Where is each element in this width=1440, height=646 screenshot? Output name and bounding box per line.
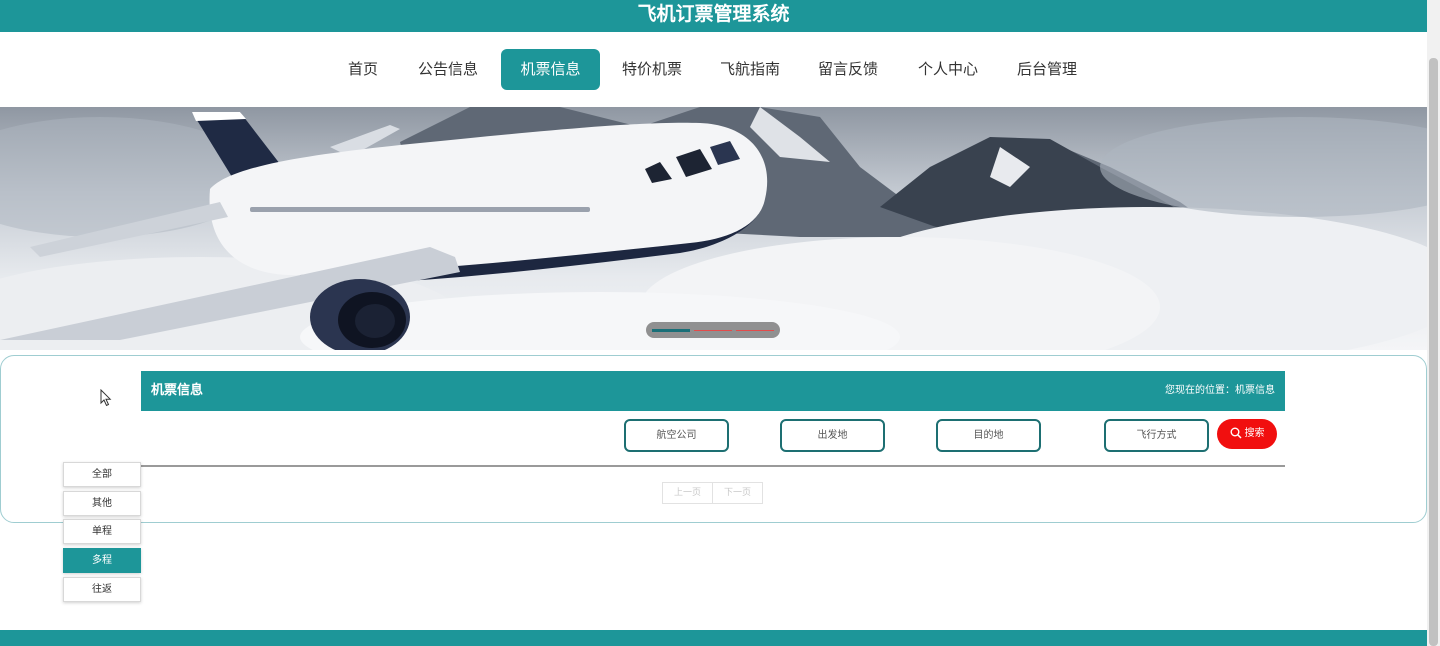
nav-feedback[interactable]: 留言反馈 — [813, 49, 883, 90]
app-title: 飞机订票管理系统 — [637, 3, 790, 25]
page-scrollbar[interactable] — [1427, 0, 1440, 646]
header-bar: 飞机订票管理系统 — [0, 0, 1427, 32]
nav-user-center[interactable]: 个人中心 — [913, 49, 983, 90]
carousel-dot-1[interactable] — [652, 329, 690, 332]
section-title: 机票信息 — [151, 383, 204, 398]
category-all[interactable]: 全部 — [63, 462, 141, 487]
section-header: 机票信息 您现在的位置：机票信息 — [141, 371, 1285, 411]
search-button-label: 搜索 — [1244, 428, 1265, 439]
prev-page-button[interactable]: 上一页 — [662, 482, 713, 504]
banner-carousel[interactable] — [0, 107, 1427, 350]
airplane-banner-image — [0, 107, 1427, 350]
scrollbar-thumb[interactable] — [1429, 58, 1438, 646]
category-multi-city[interactable]: 多程 — [63, 548, 141, 573]
mouse-cursor-icon — [100, 389, 112, 407]
footer-bar — [0, 630, 1427, 646]
page: 飞机订票管理系统 首页 公告信息 机票信息 特价机票 飞航指南 留言反馈 个人中… — [0, 0, 1440, 646]
category-round-trip[interactable]: 往返 — [63, 577, 141, 602]
airline-input[interactable]: 航空公司 — [624, 419, 729, 452]
nav-admin[interactable]: 后台管理 — [1012, 49, 1082, 90]
main-nav: 首页 公告信息 机票信息 特价机票 飞航指南 留言反馈 个人中心 后台管理 — [0, 32, 1427, 107]
destination-input[interactable]: 目的地 — [936, 419, 1041, 452]
next-page-button[interactable]: 下一页 — [712, 482, 763, 504]
category-other[interactable]: 其他 — [63, 491, 141, 516]
nav-flight-guide[interactable]: 飞航指南 — [715, 49, 785, 90]
nav-announcements[interactable]: 公告信息 — [413, 49, 483, 90]
origin-input[interactable]: 出发地 — [780, 419, 885, 452]
carousel-dot-2[interactable] — [694, 330, 732, 331]
carousel-dot-3[interactable] — [736, 330, 774, 331]
search-button[interactable]: 搜索 — [1217, 419, 1277, 449]
nav-home[interactable]: 首页 — [341, 49, 385, 90]
search-icon — [1230, 427, 1242, 439]
nav-special-tickets[interactable]: 特价机票 — [617, 49, 687, 90]
flight-type-input[interactable]: 飞行方式 — [1104, 419, 1209, 452]
divider — [141, 465, 1285, 467]
nav-tickets[interactable]: 机票信息 — [501, 49, 600, 90]
category-one-way[interactable]: 单程 — [63, 519, 141, 544]
carousel-indicator — [646, 322, 780, 338]
breadcrumb: 您现在的位置：机票信息 — [1165, 385, 1275, 396]
